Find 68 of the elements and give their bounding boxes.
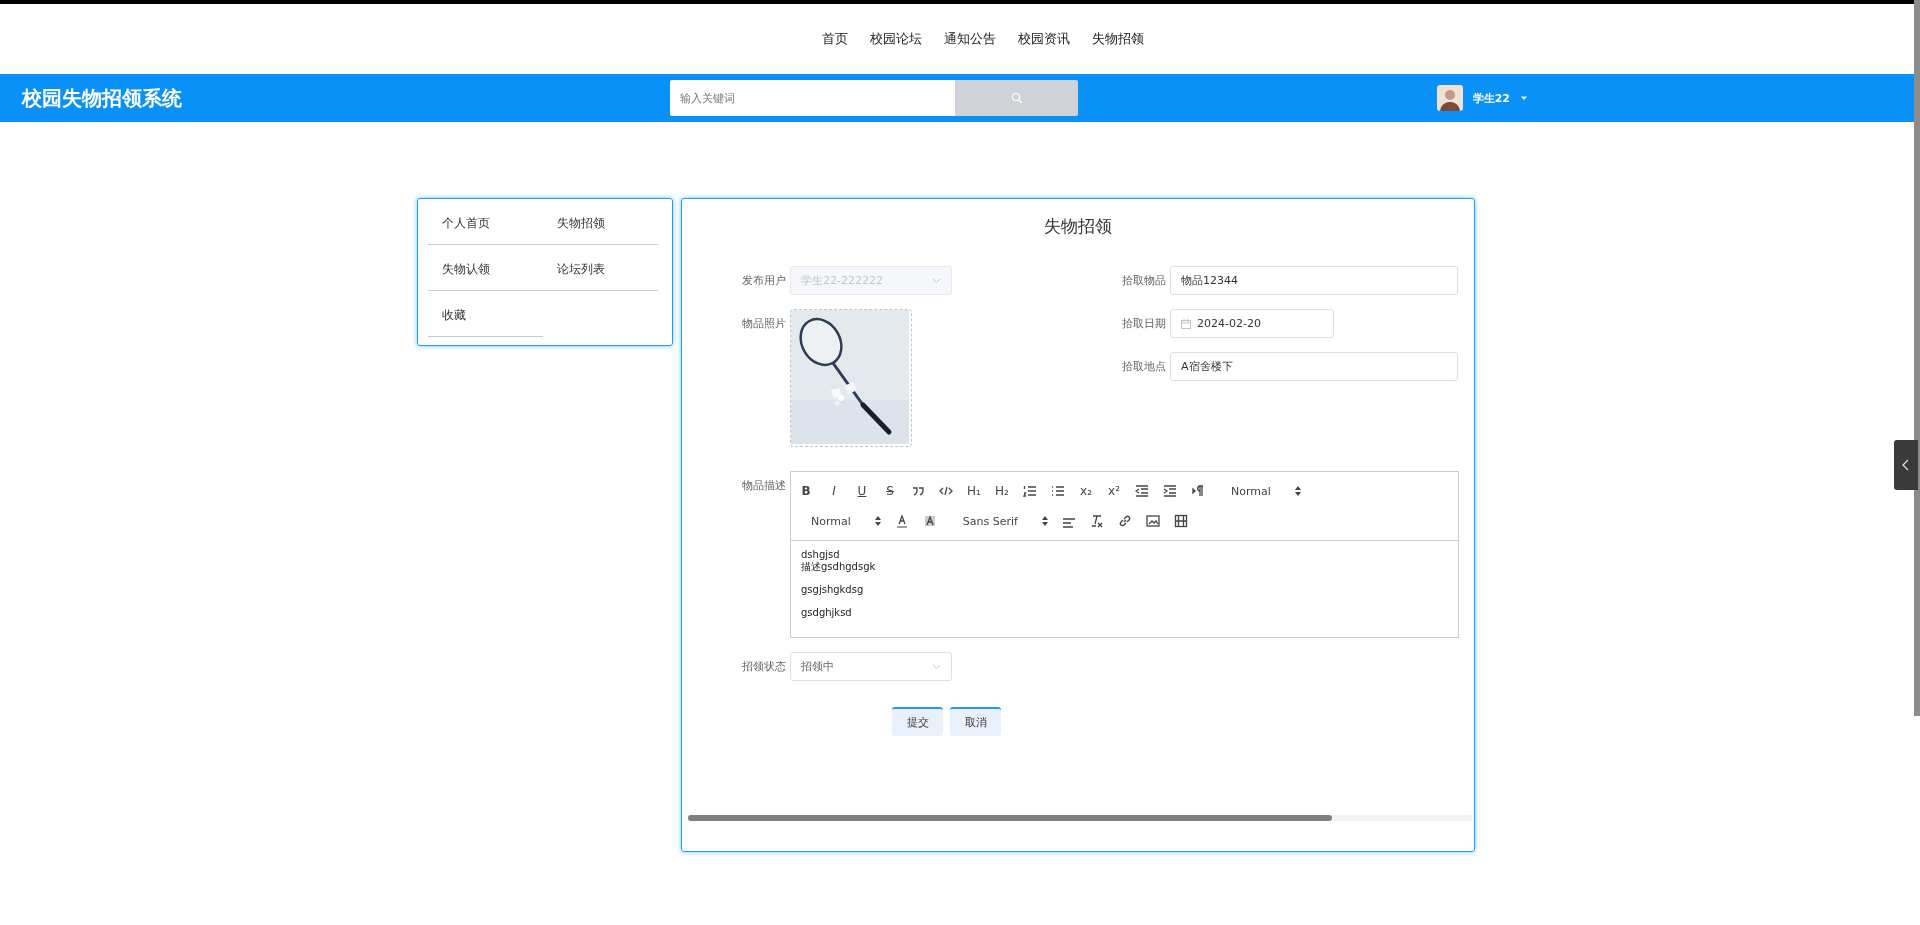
indent-icon[interactable]: [1163, 484, 1177, 498]
format-dropdown[interactable]: Sans Serif: [962, 514, 1048, 528]
form-button[interactable]: 取消: [950, 707, 1001, 736]
field-label: 拾取地点: [1121, 359, 1167, 375]
format-dropdown[interactable]: Normal: [1231, 484, 1301, 498]
chevron-down-icon: [932, 663, 941, 670]
sidebar-item[interactable]: 论坛列表: [543, 245, 658, 291]
status-select[interactable]: 招领中: [790, 652, 952, 681]
nav-link[interactable]: 首页: [822, 30, 848, 48]
bold-button[interactable]: B: [799, 484, 813, 498]
text-field[interactable]: A宿舍楼下: [1170, 352, 1458, 381]
underline-button[interactable]: U: [855, 484, 869, 498]
date-field[interactable]: 2024-02-20: [1170, 309, 1334, 338]
text-line: dshgjsd: [801, 549, 841, 561]
chevron-down-icon: [932, 277, 941, 284]
text-line: gsgjshgkdsg: [801, 584, 865, 596]
text-line: 描述gsdhgdsgk: [801, 561, 877, 573]
avatar[interactable]: [1436, 85, 1463, 111]
heading-button[interactable]: H₁: [967, 467, 981, 515]
format-dropdown[interactable]: Normal: [811, 514, 881, 528]
field-label: 拾取物品: [1121, 273, 1167, 289]
field-label: 物品照片: [741, 316, 787, 332]
outdent-icon[interactable]: [1135, 484, 1149, 498]
nav-link[interactable]: 校园资讯: [1018, 30, 1070, 48]
sort-caret-icon: [874, 516, 881, 526]
horizontal-scrollbar[interactable]: [688, 815, 1472, 821]
field-label: 发布用户: [741, 273, 787, 289]
script-button[interactable]: x₂: [1079, 484, 1093, 498]
heading-button[interactable]: H₂: [995, 467, 1009, 515]
sort-caret-icon: [1041, 516, 1048, 526]
search-field[interactable]: 输入关键词: [670, 80, 955, 116]
nav-link[interactable]: 失物招领: [1092, 30, 1144, 48]
film-icon[interactable]: [1173, 514, 1188, 528]
paragraph-icon[interactable]: [1191, 484, 1205, 498]
collapse-tab[interactable]: [1894, 440, 1918, 490]
vertical-scrollbar[interactable]: [1914, 0, 1920, 716]
quote-icon[interactable]: [911, 484, 925, 498]
form-button[interactable]: 提交: [892, 707, 943, 736]
highlight-icon[interactable]: [922, 514, 937, 528]
clear-format-icon[interactable]: [1089, 514, 1104, 528]
site-title: 校园失物招领系统: [22, 84, 183, 112]
sidebar-item[interactable]: 个人首页: [428, 199, 543, 245]
text-field[interactable]: 物品12344: [1170, 266, 1458, 295]
sort-caret-icon: [1294, 486, 1301, 496]
sidebar-item[interactable]: 失物认领: [428, 245, 543, 291]
numbered-list-icon[interactable]: [1023, 484, 1037, 498]
editor-content[interactable]: dshgjsd 描述gsdhgdsgk gsgjshgkdsg gsdghjksd: [791, 541, 1458, 637]
field-label: 拾取日期: [1121, 316, 1167, 332]
form-title: 失物招领: [1043, 215, 1113, 238]
script-button[interactable]: x²: [1107, 484, 1121, 498]
text-line: gsdghjksd: [801, 607, 853, 619]
code-icon[interactable]: [939, 484, 953, 498]
search-icon: [1010, 92, 1023, 104]
caret-icon[interactable]: [1520, 95, 1528, 101]
chevron-left-icon: [1902, 459, 1910, 471]
sidebar-item[interactable]: 失物招领: [543, 199, 658, 245]
italic-button[interactable]: I: [827, 484, 841, 498]
field-label: 物品描述: [741, 478, 787, 494]
image-icon[interactable]: [1145, 514, 1160, 528]
field-label: 招领状态: [741, 659, 787, 675]
nav-link[interactable]: 通知公告: [944, 30, 996, 48]
link-icon[interactable]: [1117, 514, 1132, 528]
nav-link[interactable]: 校园论坛: [870, 30, 922, 48]
text-color-icon[interactable]: [894, 514, 909, 528]
strike-button[interactable]: S: [883, 484, 897, 498]
calendar-icon: [1181, 318, 1191, 329]
bullet-list-icon[interactable]: [1051, 484, 1065, 498]
sidebar-item[interactable]: 收藏: [428, 291, 543, 337]
